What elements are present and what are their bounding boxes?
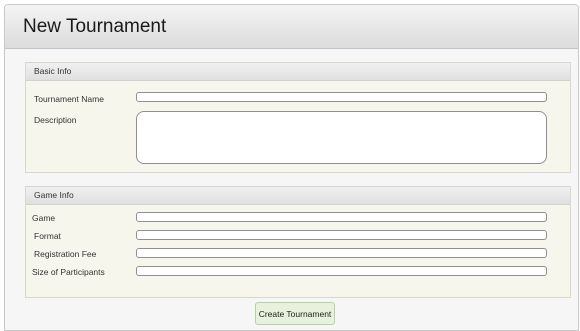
game-info-title: Game Info — [26, 187, 570, 205]
page-title: New Tournament — [23, 16, 167, 37]
registration-fee-label: Registration Fee — [34, 249, 97, 259]
create-tournament-button[interactable]: Create Tournament — [255, 302, 335, 325]
game-label: Game — [32, 213, 56, 223]
basic-info-title: Basic Info — [26, 63, 570, 81]
tournament-name-input[interactable] — [136, 92, 547, 102]
app-window: New Tournament Basic Info Tournament Nam… — [4, 4, 579, 331]
size-of-participants-input[interactable] — [136, 266, 547, 276]
description-label: Description — [34, 115, 77, 125]
size-of-participants-label: Size of Participants — [32, 267, 105, 277]
page-header: New Tournament — [5, 5, 578, 49]
game-input[interactable] — [136, 212, 547, 222]
format-input[interactable] — [136, 230, 547, 240]
game-info-panel: Game Info Game Format Registration Fee S… — [25, 186, 571, 298]
basic-info-panel: Basic Info Tournament Name Description — [25, 62, 571, 173]
description-textarea[interactable] — [136, 111, 547, 164]
format-label: Format — [34, 231, 61, 241]
registration-fee-input[interactable] — [136, 248, 547, 258]
tournament-name-label: Tournament Name — [34, 94, 104, 104]
